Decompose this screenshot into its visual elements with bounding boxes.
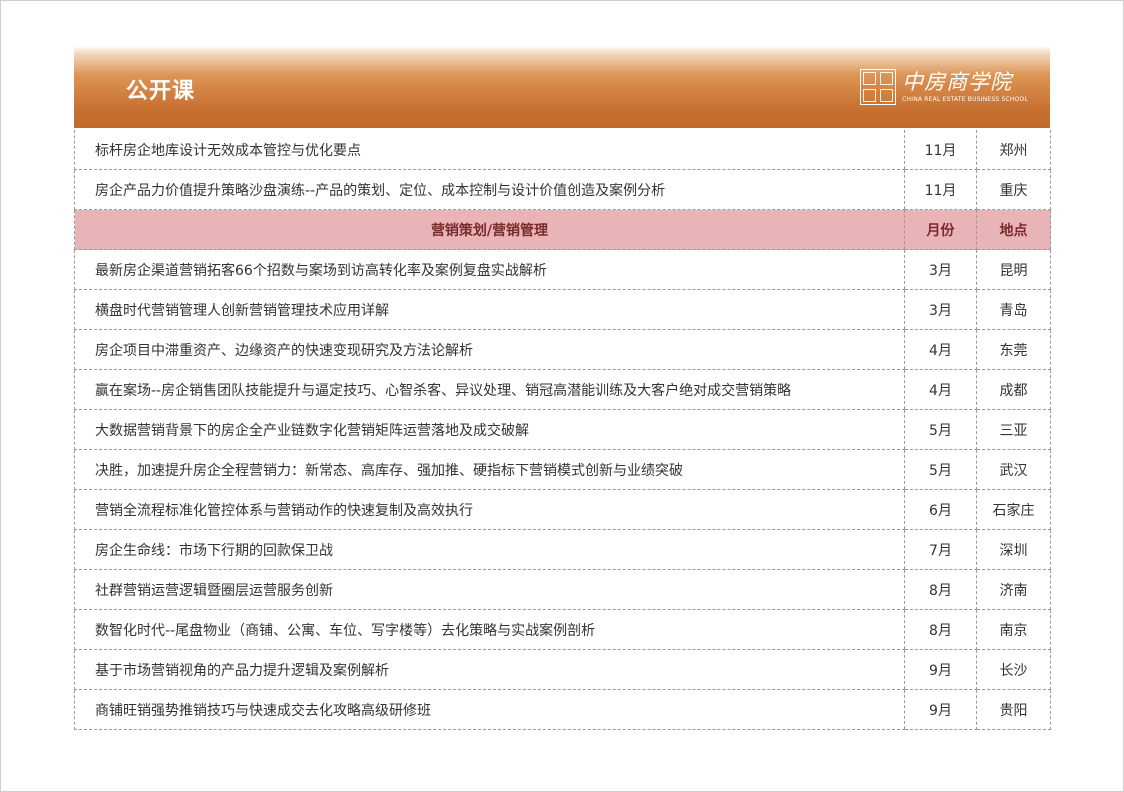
course-name: 决胜，加速提升房企全程营销力：新常态、高库存、强加推、硬指标下营销模式创新与业绩… bbox=[74, 449, 905, 490]
course-month: 8月 bbox=[904, 569, 977, 610]
course-month: 5月 bbox=[904, 409, 977, 450]
table-row: 横盘时代营销管理人创新营销管理技术应用详解 3月 青岛 bbox=[74, 289, 1051, 330]
table-row: 商铺旺销强势推销技巧与快速成交去化攻略高级研修班 9月 贵阳 bbox=[74, 689, 1051, 730]
course-city: 武汉 bbox=[976, 449, 1051, 490]
page-title: 公开课 bbox=[126, 79, 196, 104]
column-header-month: 月份 bbox=[904, 209, 977, 250]
course-name: 最新房企渠道营销拓客66个招数与案场到访高转化率及案例复盘实战解析 bbox=[74, 249, 905, 290]
course-name: 横盘时代营销管理人创新营销管理技术应用详解 bbox=[74, 289, 905, 330]
table-row: 营销全流程标准化管控体系与营销动作的快速复制及高效执行 6月 石家庄 bbox=[74, 489, 1051, 530]
course-month: 7月 bbox=[904, 529, 977, 570]
table-row: 标杆房企地库设计无效成本管控与优化要点 11月 郑州 bbox=[74, 130, 1051, 170]
course-name: 社群营销运营逻辑暨圈层运营服务创新 bbox=[74, 569, 905, 610]
column-header-city: 地点 bbox=[976, 209, 1051, 250]
table-row: 大数据营销背景下的房企全产业链数字化营销矩阵运营落地及成交破解 5月 三亚 bbox=[74, 409, 1051, 450]
school-logo: 中房商学院 CHINA REAL ESTATE BUSINESS SCHOOL bbox=[860, 67, 1028, 107]
course-month: 11月 bbox=[904, 130, 977, 170]
course-month: 11月 bbox=[904, 169, 977, 210]
course-month: 6月 bbox=[904, 489, 977, 530]
table-row: 房企生命线：市场下行期的回款保卫战 7月 深圳 bbox=[74, 529, 1051, 570]
table-row: 房企项目中滞重资产、边缘资产的快速变现研究及方法论解析 4月 东莞 bbox=[74, 329, 1051, 370]
course-month: 9月 bbox=[904, 649, 977, 690]
course-table: 标杆房企地库设计无效成本管控与优化要点 11月 郑州 房企产品力价值提升策略沙盘… bbox=[74, 130, 1051, 730]
section-header: 公开课 中房商学院 CHINA REAL ESTATE BUSINESS SCH… bbox=[74, 46, 1050, 128]
course-month: 5月 bbox=[904, 449, 977, 490]
table-row: 决胜，加速提升房企全程营销力：新常态、高库存、强加推、硬指标下营销模式创新与业绩… bbox=[74, 449, 1051, 490]
logo-name-cn: 中房商学院 bbox=[902, 70, 1013, 94]
seal-icon bbox=[860, 69, 897, 105]
table-row: 房企产品力价值提升策略沙盘演练--产品的策划、定位、成本控制与设计价值创造及案例… bbox=[74, 169, 1051, 210]
course-city: 长沙 bbox=[976, 649, 1051, 690]
course-city: 三亚 bbox=[976, 409, 1051, 450]
table-row: 社群营销运营逻辑暨圈层运营服务创新 8月 济南 bbox=[74, 569, 1051, 610]
course-month: 3月 bbox=[904, 289, 977, 330]
course-city: 贵阳 bbox=[976, 689, 1051, 730]
course-name: 营销全流程标准化管控体系与营销动作的快速复制及高效执行 bbox=[74, 489, 905, 530]
course-city: 石家庄 bbox=[976, 489, 1051, 530]
table-row: 数智化时代--尾盘物业（商铺、公寓、车位、写字楼等）去化策略与实战案例剖析 8月… bbox=[74, 609, 1051, 650]
course-name: 房企项目中滞重资产、边缘资产的快速变现研究及方法论解析 bbox=[74, 329, 905, 370]
course-month: 3月 bbox=[904, 249, 977, 290]
course-city: 深圳 bbox=[976, 529, 1051, 570]
course-city: 重庆 bbox=[976, 169, 1051, 210]
table-row: 基于市场营销视角的产品力提升逻辑及案例解析 9月 长沙 bbox=[74, 649, 1051, 690]
course-name: 基于市场营销视角的产品力提升逻辑及案例解析 bbox=[74, 649, 905, 690]
course-month: 9月 bbox=[904, 689, 977, 730]
course-month: 8月 bbox=[904, 609, 977, 650]
course-name: 房企生命线：市场下行期的回款保卫战 bbox=[74, 529, 905, 570]
table-row: 赢在案场--房企销售团队技能提升与逼定技巧、心智杀客、异议处理、销冠高潜能训练及… bbox=[74, 369, 1051, 410]
logo-name-en: CHINA REAL ESTATE BUSINESS SCHOOL bbox=[902, 96, 1028, 103]
course-name: 商铺旺销强势推销技巧与快速成交去化攻略高级研修班 bbox=[74, 689, 905, 730]
course-city: 济南 bbox=[976, 569, 1051, 610]
course-name: 房企产品力价值提升策略沙盘演练--产品的策划、定位、成本控制与设计价值创造及案例… bbox=[74, 169, 905, 210]
table-row: 最新房企渠道营销拓客66个招数与案场到访高转化率及案例复盘实战解析 3月 昆明 bbox=[74, 249, 1051, 290]
course-city: 青岛 bbox=[976, 289, 1051, 330]
course-name: 标杆房企地库设计无效成本管控与优化要点 bbox=[74, 130, 905, 170]
section-header-row: 营销策划/营销管理 月份 地点 bbox=[74, 209, 1051, 250]
section-title: 营销策划/营销管理 bbox=[74, 209, 905, 250]
course-name: 数智化时代--尾盘物业（商铺、公寓、车位、写字楼等）去化策略与实战案例剖析 bbox=[74, 609, 905, 650]
course-city: 南京 bbox=[976, 609, 1051, 650]
course-name: 大数据营销背景下的房企全产业链数字化营销矩阵运营落地及成交破解 bbox=[74, 409, 905, 450]
course-city: 成都 bbox=[976, 369, 1051, 410]
course-city: 郑州 bbox=[976, 130, 1051, 170]
course-city: 东莞 bbox=[976, 329, 1051, 370]
course-month: 4月 bbox=[904, 369, 977, 410]
course-month: 4月 bbox=[904, 329, 977, 370]
course-city: 昆明 bbox=[976, 249, 1051, 290]
course-name: 赢在案场--房企销售团队技能提升与逼定技巧、心智杀客、异议处理、销冠高潜能训练及… bbox=[74, 369, 905, 410]
